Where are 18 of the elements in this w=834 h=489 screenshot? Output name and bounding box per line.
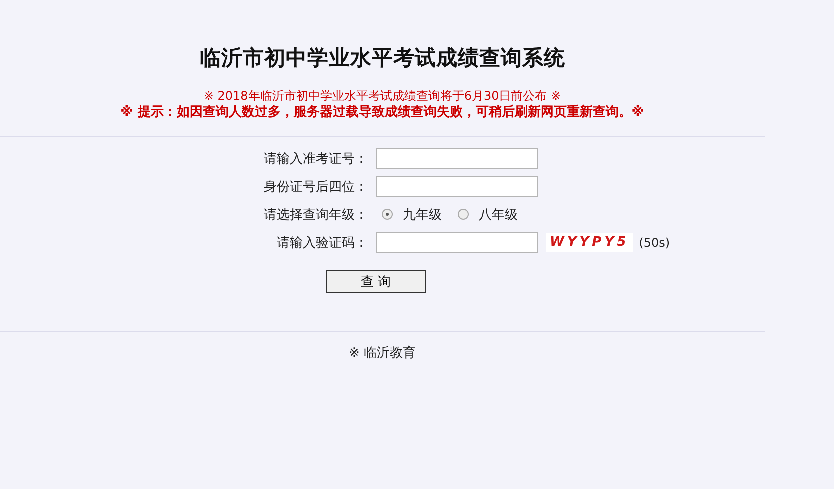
- countdown-text: (50s): [639, 236, 670, 250]
- radio-button[interactable]: [458, 209, 469, 220]
- footer-text: ※ 临沂教育: [348, 346, 416, 361]
- captcha-code: WYYPY5: [546, 233, 634, 252]
- field-label: 请输入准考证号：: [263, 150, 368, 168]
- notice-text: ※ 2018年临沂市初中学业水平考试成绩查询将于6月30日前公布 ※: [202, 88, 562, 104]
- radio-button[interactable]: [382, 209, 393, 220]
- page-title: 临沂市初中学业水平考试成绩查询系统: [198, 45, 566, 72]
- input-field[interactable]: [376, 176, 538, 197]
- field-label: 请输入验证码：: [276, 234, 368, 252]
- field-label: 请选择查询年级：: [263, 206, 368, 224]
- warning-text: ※ 提示：如因查询人数过多，服务器过载导致成绩查询失败，可稍后刷新网页重新查询。※: [120, 104, 646, 122]
- radio-label[interactable]: 八年级: [479, 206, 518, 224]
- input-field[interactable]: [376, 148, 538, 169]
- radio-label[interactable]: 九年级: [403, 206, 442, 224]
- field-label: 身份证号后四位：: [263, 178, 368, 196]
- query-button[interactable]: 查 询: [326, 270, 426, 293]
- input-field[interactable]: [376, 232, 538, 253]
